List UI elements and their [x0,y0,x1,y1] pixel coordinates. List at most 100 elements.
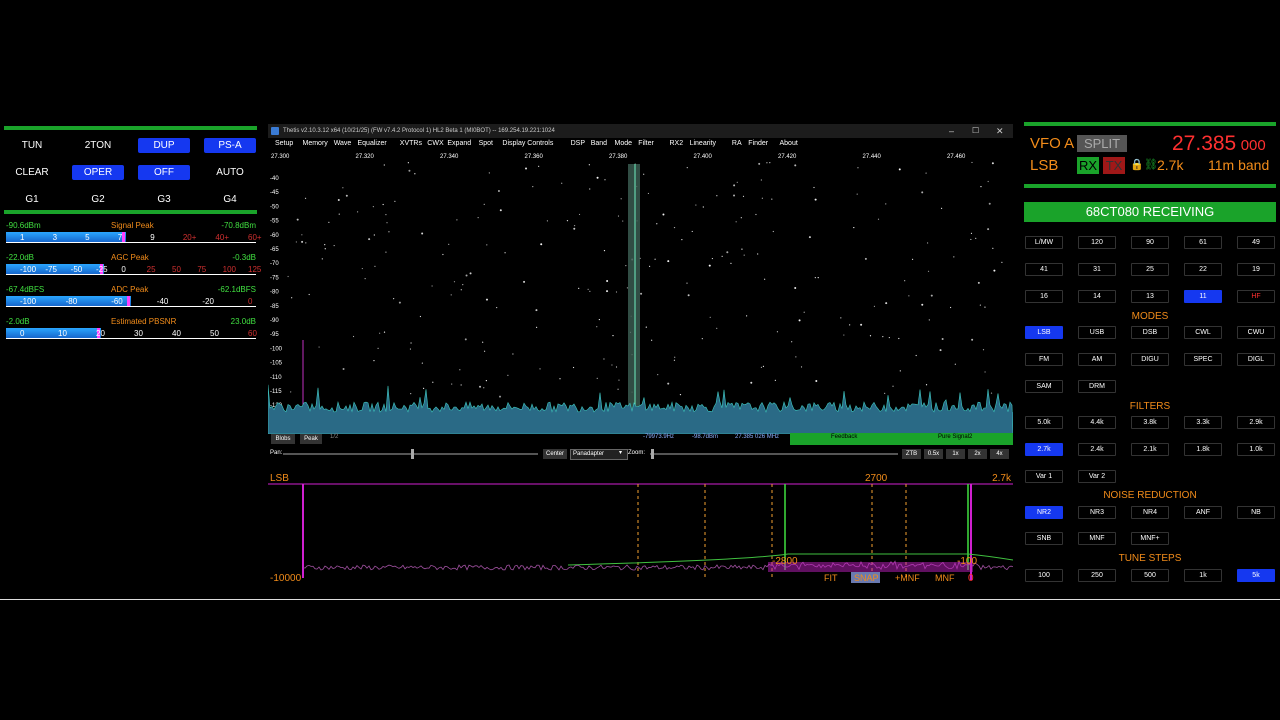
mode-digl-button[interactable]: DIGL [1237,353,1275,366]
g3-button[interactable]: G3 [138,192,190,207]
link-icon[interactable]: ⛓ [1144,158,1158,171]
mode-drm-button[interactable]: DRM [1078,380,1116,393]
menu-display-controls[interactable]: Display Controls [502,140,553,147]
mode-spec-button[interactable]: SPEC [1184,353,1222,366]
mode-am-button[interactable]: AM [1078,353,1116,366]
nr-nr2-button[interactable]: NR2 [1025,506,1063,519]
g1-button[interactable]: G1 [6,192,58,207]
pan-slider-thumb[interactable] [411,449,414,459]
filter-4-4k-button[interactable]: 4.4k [1078,416,1116,429]
steps-250-button[interactable]: 250 [1078,569,1116,582]
menu-setup[interactable]: Setup [275,140,293,147]
steps-100-button[interactable]: 100 [1025,569,1063,582]
menu-expand[interactable]: Expand [447,140,471,147]
menu-wave[interactable]: Wave [334,140,352,147]
zoom-2x-button[interactable]: 2x [968,449,987,459]
filter-1-0k-button[interactable]: 1.0k [1237,443,1275,456]
menu-finder[interactable]: Finder [748,140,768,147]
tun-button[interactable]: TUN [6,138,58,153]
zoom-ztb-button[interactable]: ZTB [902,449,921,459]
menu-xvtrs[interactable]: XVTRs [400,140,422,147]
band-49-button[interactable]: 49 [1237,236,1275,249]
clear-button[interactable]: CLEAR [6,165,58,180]
menu-ra[interactable]: RA [732,140,742,147]
zoom-0-5x-button[interactable]: 0.5x [924,449,943,459]
window-titlebar[interactable]: Thetis v2.10.3.12 x64 (10/21/25) (FW v7.… [268,124,1013,138]
band-hf-button[interactable]: HF [1237,290,1275,303]
tx-indicator[interactable]: TX [1103,157,1125,174]
mode-lsb-button[interactable]: LSB [1025,326,1063,339]
off-button[interactable]: OFF [138,165,190,180]
band-13-button[interactable]: 13 [1131,290,1169,303]
g4-button[interactable]: G4 [204,192,256,207]
dup-button[interactable]: DUP [138,138,190,153]
maximize-icon[interactable]: ☐ [972,124,979,138]
chevron-down-icon[interactable]: ▾ [619,449,622,456]
menu-rx2[interactable]: RX2 [670,140,684,147]
nr-mnf-button[interactable]: MNF [1078,532,1116,545]
split-button[interactable]: SPLIT [1077,135,1127,152]
vfo-frequency[interactable]: 27.385 000 [1172,132,1266,156]
menu-memory[interactable]: Memory [303,140,328,147]
fit-button[interactable]: FIT [824,573,838,583]
menu-cwx[interactable]: CWX [427,140,443,147]
band-90-button[interactable]: 90 [1131,236,1169,249]
menu-spot[interactable]: Spot [479,140,493,147]
filter-3-3k-button[interactable]: 3.3k [1184,416,1222,429]
filter-passband-display[interactable]: LSB 2700 2.7k -10000 -2800 -100 FIT SNAP +MNF MNF… [268,470,1013,586]
menu-linearity[interactable]: Linearity [690,140,716,147]
band-16-button[interactable]: 16 [1025,290,1063,303]
center-button[interactable]: Center [543,449,567,459]
nr-nb-button[interactable]: NB [1237,506,1275,519]
nr-anf-button[interactable]: ANF [1184,506,1222,519]
filter-var-1-button[interactable]: Var 1 [1025,470,1063,483]
panadapter-display[interactable]: 27.300 27.320 27.340 27.360 27.380 27.400 27.4… [268,150,1013,434]
steps-1k-button[interactable]: 1k [1184,569,1222,582]
minimize-icon[interactable]: – [949,124,954,138]
band-l-mw-button[interactable]: L/MW [1025,236,1063,249]
band-61-button[interactable]: 61 [1184,236,1222,249]
nr-snb-button[interactable]: SNB [1025,532,1063,545]
band-14-button[interactable]: 14 [1078,290,1116,303]
zoom-1x-button[interactable]: 1x [946,449,965,459]
zoom-4x-button[interactable]: 4x [990,449,1009,459]
filter-var-2-button[interactable]: Var 2 [1078,470,1116,483]
passband-highlight[interactable] [628,164,640,432]
mode-digu-button[interactable]: DIGU [1131,353,1169,366]
band-120-button[interactable]: 120 [1078,236,1116,249]
mode-cwl-button[interactable]: CWL [1184,326,1222,339]
zoom-slider-thumb[interactable] [651,449,654,459]
oper-button[interactable]: OPER [72,165,124,180]
vfo-name[interactable]: VFO A [1030,135,1074,152]
mode-usb-button[interactable]: USB [1078,326,1116,339]
nr-mnf-button[interactable]: MNF+ [1131,532,1169,545]
steps-5k-button[interactable]: 5k [1237,569,1275,582]
auto-button[interactable]: AUTO [204,165,256,180]
mode-fm-button[interactable]: FM [1025,353,1063,366]
band-25-button[interactable]: 25 [1131,263,1169,276]
band-19-button[interactable]: 19 [1237,263,1275,276]
band-11-button[interactable]: 11 [1184,290,1222,303]
filter-2-1k-button[interactable]: 2.1k [1131,443,1169,456]
band-22-button[interactable]: 22 [1184,263,1222,276]
filter-5-0k-button[interactable]: 5.0k [1025,416,1063,429]
filter-3-8k-button[interactable]: 3.8k [1131,416,1169,429]
peak-button[interactable]: Peak [300,434,322,444]
filter-1-8k-button[interactable]: 1.8k [1184,443,1222,456]
band-41-button[interactable]: 41 [1025,263,1063,276]
menu-filter[interactable]: Filter [638,140,654,147]
rx-indicator[interactable]: RX [1077,157,1099,174]
g2-button[interactable]: G2 [72,192,124,207]
blobs-button[interactable]: Blobs [271,434,295,444]
menu-dsp[interactable]: DSP [571,140,585,147]
mnf-button[interactable]: +MNF [895,573,920,583]
filter-2-4k-button[interactable]: 2.4k [1078,443,1116,456]
nr-nr4-button[interactable]: NR4 [1131,506,1169,519]
zoom-slider[interactable] [650,453,898,455]
close-icon[interactable]: ✕ [996,124,1004,138]
snap-button[interactable]: SNAP [854,573,879,583]
filter-2-9k-button[interactable]: 2.9k [1237,416,1275,429]
mnf-button[interactable]: MNF [935,573,955,583]
nr-nr3-button[interactable]: NR3 [1078,506,1116,519]
band-31-button[interactable]: 31 [1078,263,1116,276]
